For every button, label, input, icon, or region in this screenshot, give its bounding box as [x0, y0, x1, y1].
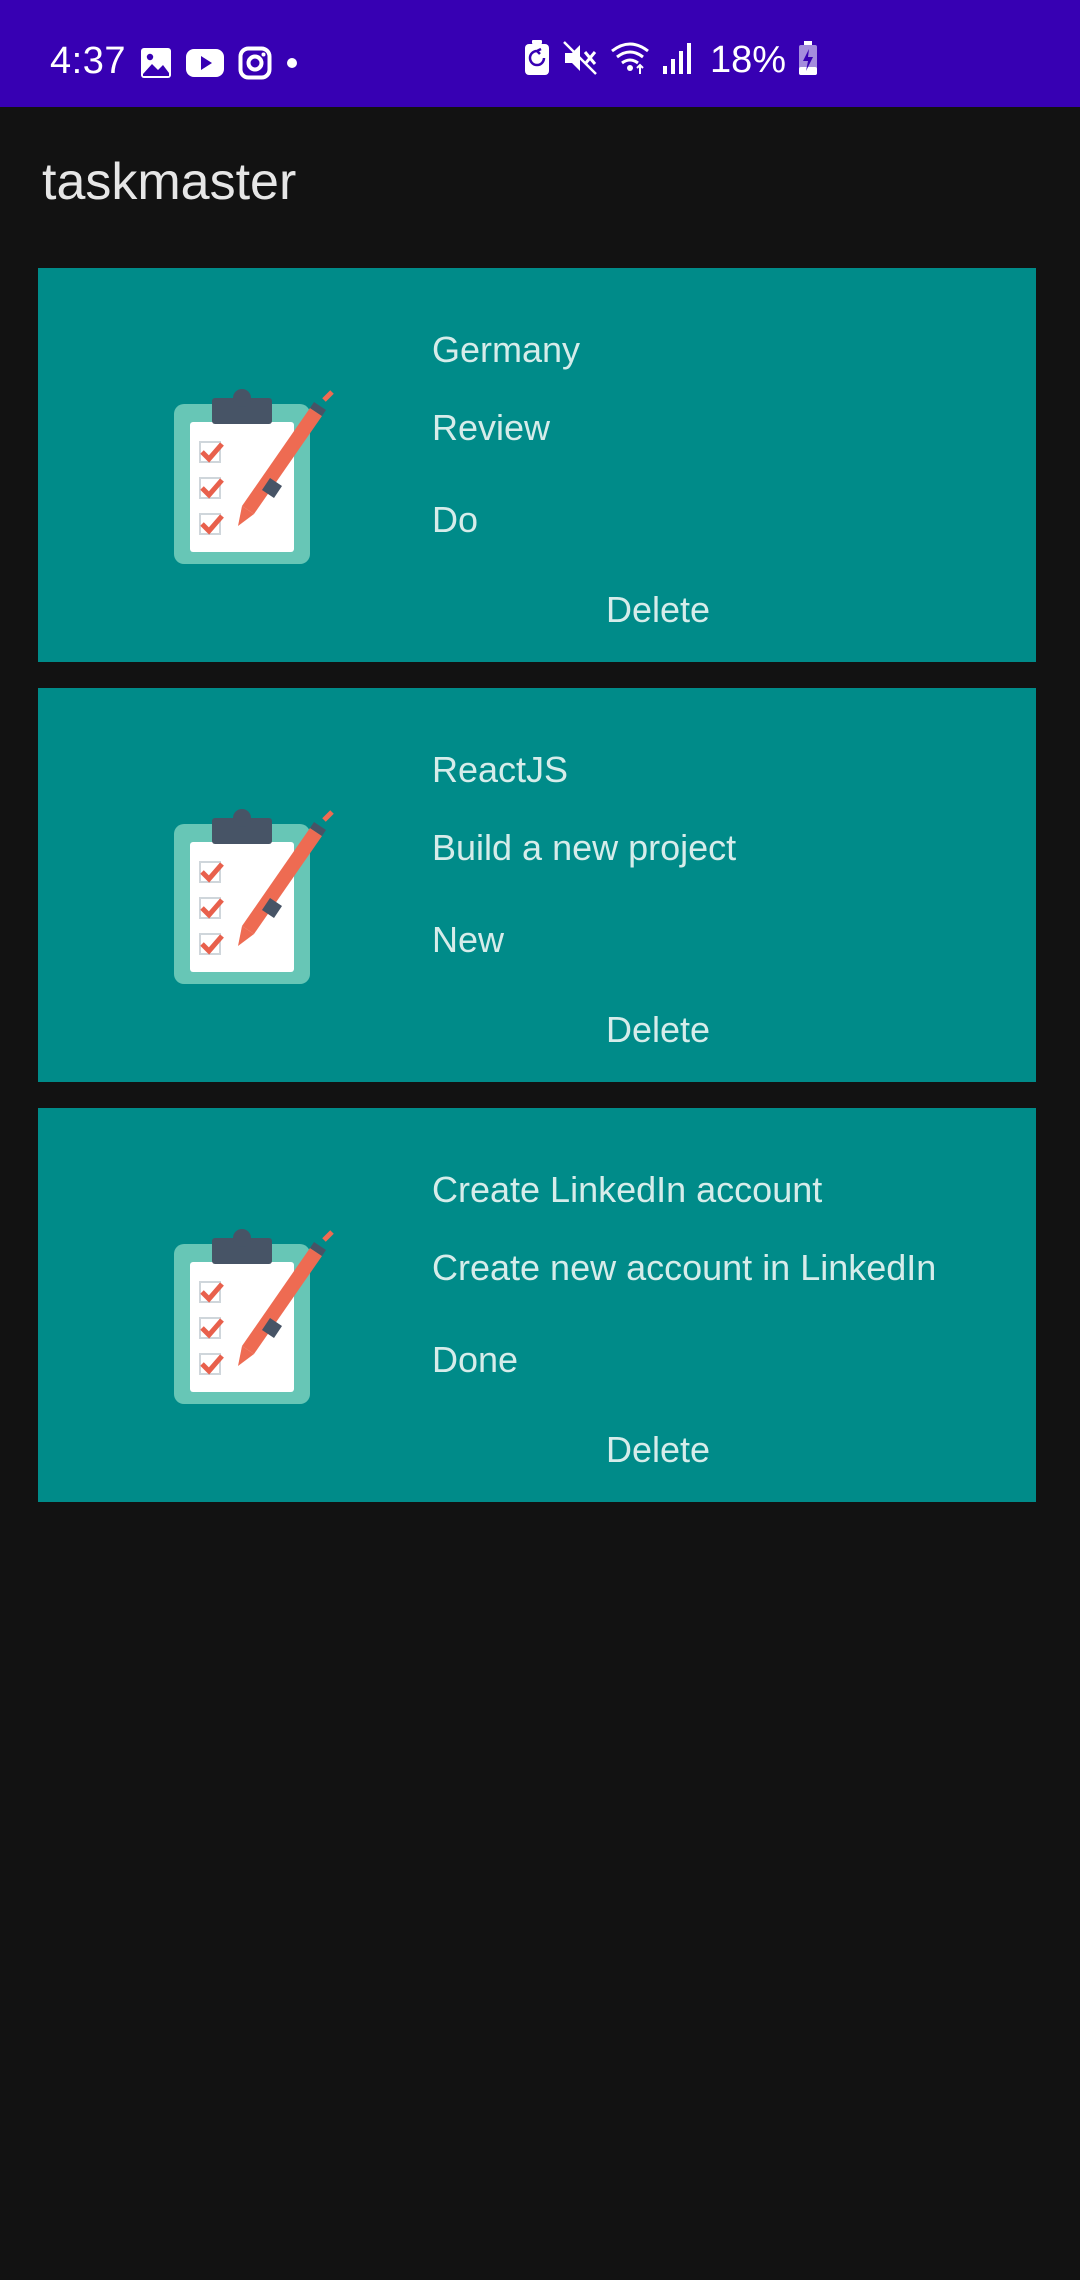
task-title: ReactJS — [432, 749, 569, 790]
clipboard-checklist-icon — [136, 806, 356, 1006]
delete-button[interactable]: Delete — [552, 584, 764, 636]
wifi-icon — [610, 41, 650, 80]
dot-icon — [286, 56, 298, 74]
clipboard-checklist-icon — [136, 1226, 356, 1426]
app-title: taskmaster — [42, 153, 297, 211]
task-title: Germany — [432, 329, 581, 370]
gallery-icon — [140, 47, 172, 84]
task-state: Do — [432, 499, 479, 540]
task-body: Build a new project — [432, 827, 737, 868]
task-list: Germany Review Do Delete ReactJS Build a… — [38, 268, 1036, 1528]
task-card[interactable]: ReactJS Build a new project New Delete — [38, 688, 1036, 1082]
delete-button[interactable]: Delete — [552, 1424, 764, 1476]
task-title: Create LinkedIn account — [432, 1169, 823, 1210]
task-body: Create new account in LinkedIn — [432, 1247, 937, 1288]
instagram-icon — [238, 46, 272, 85]
task-state: New — [432, 919, 505, 960]
signal-icon — [662, 42, 692, 79]
mute-icon — [562, 40, 598, 81]
task-card[interactable]: Germany Review Do Delete — [38, 268, 1036, 662]
task-card[interactable]: Create LinkedIn account Create new accou… — [38, 1108, 1036, 1502]
battery-percentage: 18% — [709, 39, 786, 81]
battery-charging-icon — [798, 40, 818, 80]
status-system-icons: 18% — [524, 39, 818, 81]
status-bar: 4:37 18% — [0, 0, 1080, 107]
status-time: 4:37 — [50, 40, 126, 82]
delete-button[interactable]: Delete — [552, 1004, 764, 1056]
status-notification-icons — [140, 46, 298, 85]
task-state: Done — [432, 1339, 519, 1380]
task-body: Review — [432, 407, 551, 448]
youtube-icon — [186, 48, 224, 82]
clipboard-checklist-icon — [136, 386, 356, 586]
battery-saver-icon — [524, 39, 550, 81]
